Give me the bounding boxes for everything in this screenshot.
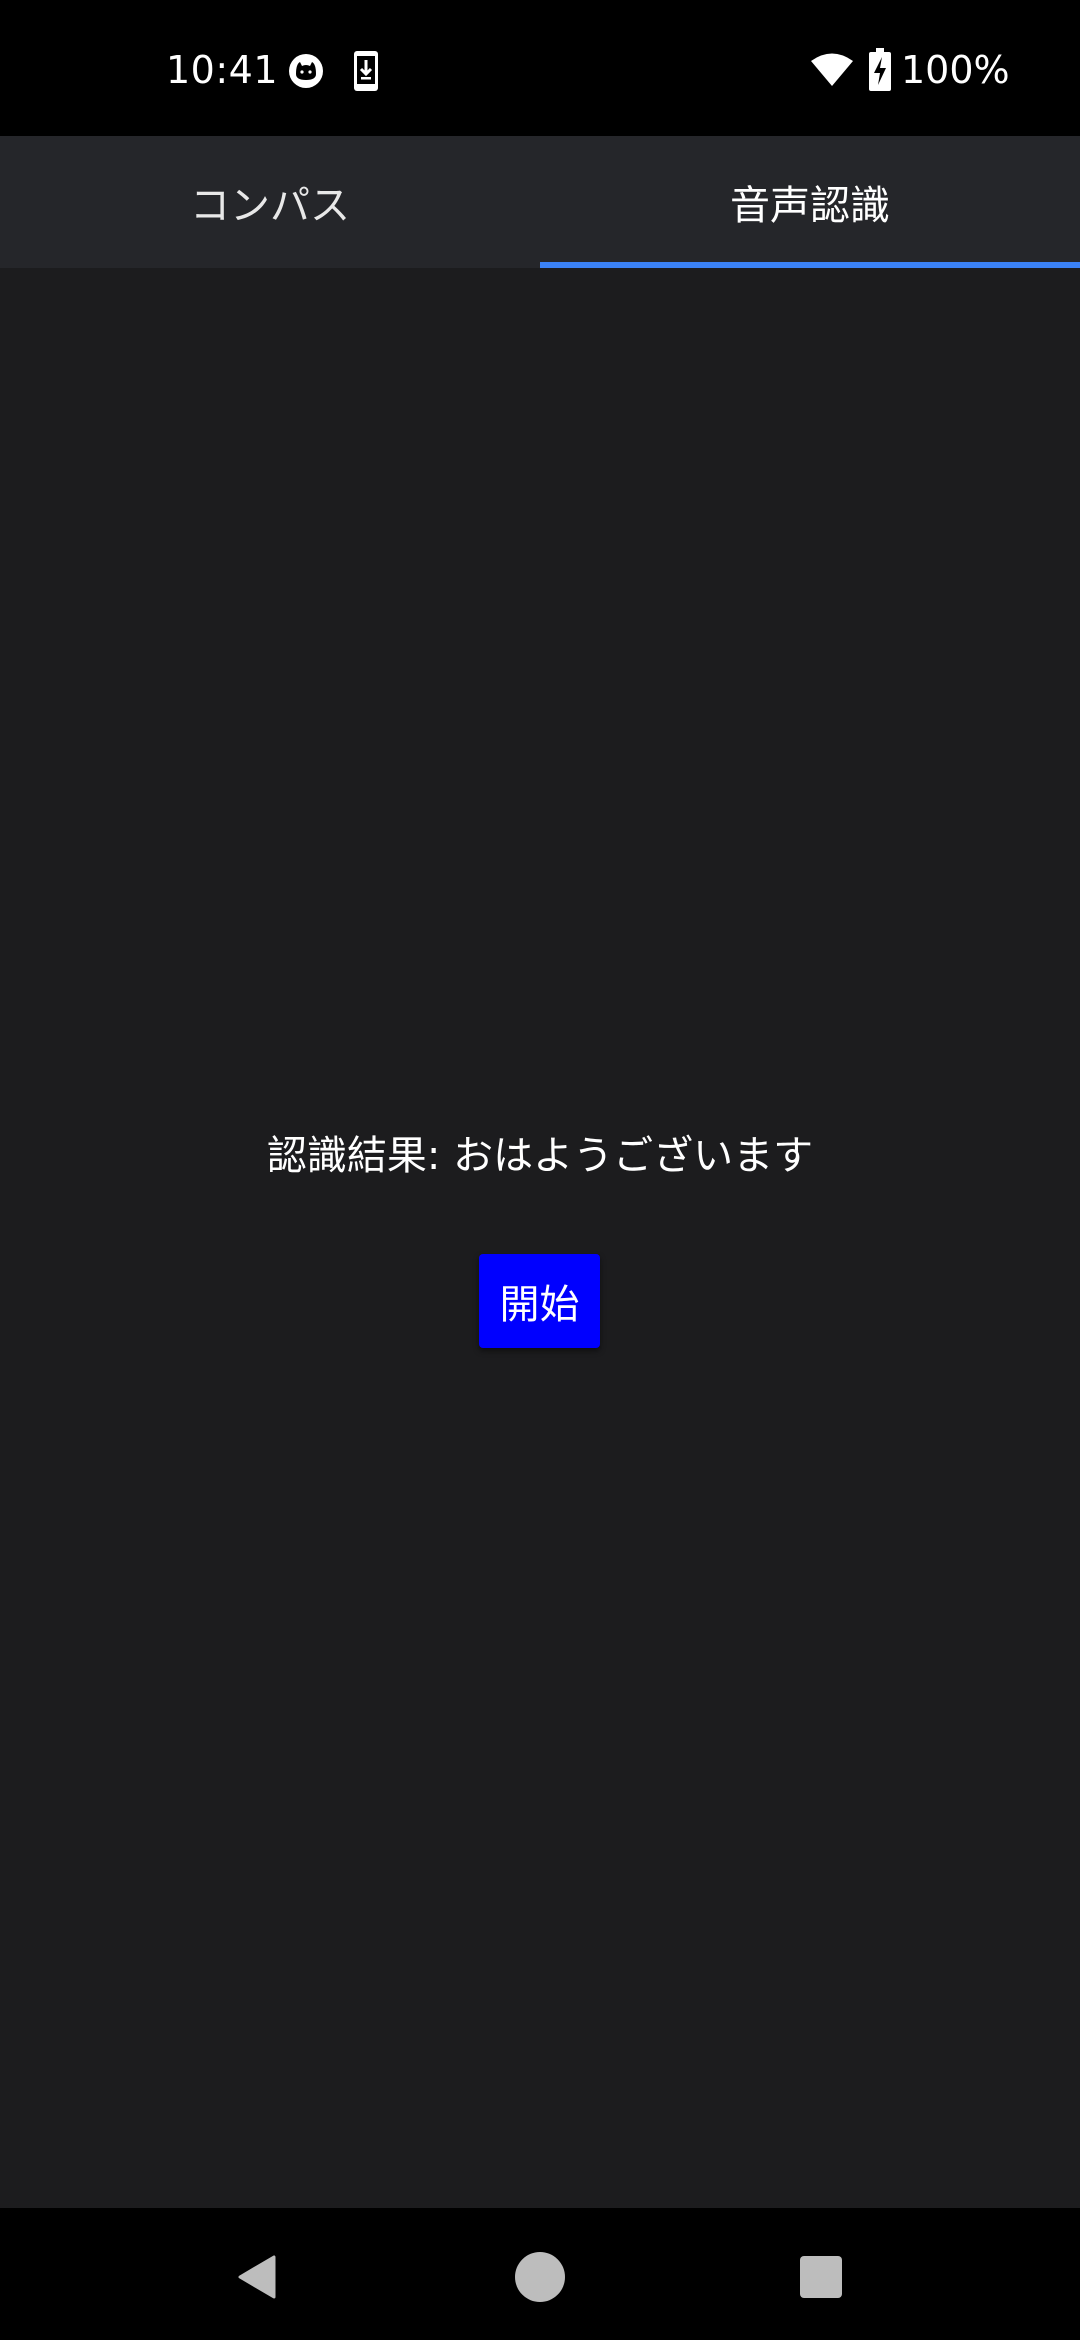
tab-compass-label: コンパス — [190, 183, 350, 229]
tab-voice-recognition[interactable]: 音声認識 — [540, 136, 1080, 268]
battery-charging-icon — [869, 48, 891, 91]
back-icon[interactable] — [234, 2253, 282, 2301]
status-time: 10:41 — [166, 48, 279, 92]
download-icon — [354, 51, 378, 91]
tab-compass[interactable]: コンパス — [0, 136, 540, 268]
status-bar: 10:41 100% — [0, 0, 1080, 136]
main-content: 認識結果: おはようございます 開始 — [0, 268, 1080, 2208]
wifi-icon — [811, 53, 853, 86]
recents-icon[interactable] — [799, 2255, 843, 2299]
home-icon[interactable] — [515, 2252, 565, 2302]
tab-voice-recognition-label: 音声認識 — [730, 183, 890, 229]
start-button[interactable]: 開始 — [479, 1254, 600, 1348]
battery-percent: 100% — [901, 48, 1010, 92]
navigation-bar — [0, 2208, 1080, 2340]
recognition-result-text: 認識結果: おはようございます — [266, 1133, 814, 1179]
cat-face-icon — [289, 54, 323, 88]
tab-bar: コンパス 音声認識 — [0, 136, 1080, 268]
